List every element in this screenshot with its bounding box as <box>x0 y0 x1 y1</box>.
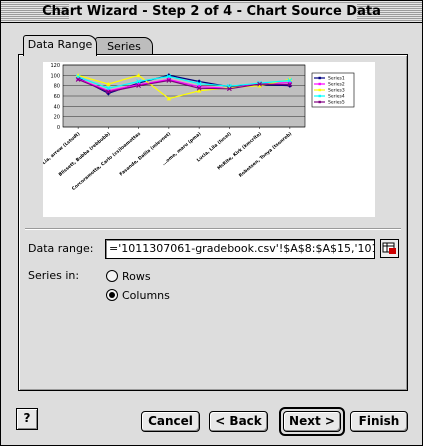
legend-label: Series3 <box>328 88 345 94</box>
chart-preview: 0 20 40 60 80 100 120 an, Lia, arrow (Lstudt)Bl… <box>43 62 375 217</box>
chart-wizard-dialog: Chart Wizard - Step 2 of 4 - Chart Sourc… <box>0 0 423 446</box>
y-tick-label: 60 <box>54 94 60 100</box>
legend-marker <box>318 100 321 104</box>
back-button[interactable]: < Back <box>209 411 268 432</box>
y-tick-label: 40 <box>54 104 60 110</box>
y-tick-label: 20 <box>54 115 60 121</box>
series-in-label: Series in: <box>28 269 80 282</box>
y-tick-label: 120 <box>50 63 60 69</box>
rows-label[interactable]: Rows <box>122 270 151 284</box>
columns-label[interactable]: Columns <box>122 289 170 303</box>
data-range-panel: 0 20 40 60 80 100 120 an, Lia, arrow (Lstudt)Bl… <box>18 54 408 391</box>
finish-button[interactable]: Finish <box>350 411 408 432</box>
tab-data-range[interactable]: Data Range <box>23 35 97 56</box>
title-bar[interactable]: Chart Wizard - Step 2 of 4 - Chart Sourc… <box>1 1 422 23</box>
window-title: Chart Wizard - Step 2 of 4 - Chart Sourc… <box>42 4 381 19</box>
x-tick-label: Robotsen, Tonya (tsonreb) <box>238 131 293 179</box>
x-tick-label: an, Lia, arrow (Lstudt) <box>43 131 81 172</box>
y-tick-label: 80 <box>54 84 60 90</box>
legend-marker <box>318 76 321 80</box>
y-tick-label: 100 <box>50 73 60 79</box>
collapse-dialog-button[interactable] <box>380 239 399 258</box>
legend-marker <box>318 82 321 86</box>
y-tick-label: 0 <box>57 125 60 131</box>
next-button[interactable]: Next > <box>283 411 341 432</box>
tab-series[interactable]: Series <box>95 37 153 55</box>
divider <box>25 228 401 230</box>
x-tick-label: Fasande, Dalila (mlevnet) <box>118 131 172 177</box>
collapse-dialog-icon <box>382 242 396 254</box>
legend-marker <box>318 94 321 98</box>
columns-radio[interactable] <box>106 289 118 301</box>
legend-marker <box>318 88 321 92</box>
legend-label: Series1 <box>328 76 345 82</box>
data-range-input[interactable]: ='1011307061-gradebook.csv'!$A$8:$A$15,'… <box>105 239 375 259</box>
data-range-label: Data range: <box>28 242 94 255</box>
rows-radio[interactable] <box>106 270 118 282</box>
cancel-button[interactable]: Cancel <box>141 411 200 432</box>
legend-label: Series5 <box>328 100 345 106</box>
x-tick-label: Corcoramotta, Carlo (cs)loamottas <box>71 131 142 192</box>
legend-label: Series4 <box>328 94 345 100</box>
help-button[interactable]: ? <box>16 408 38 430</box>
radio-selected-dot <box>109 292 115 298</box>
x-tick-label: Blissett, Bubba (rebbubb) <box>58 131 112 178</box>
line-chart: 0 20 40 60 80 100 120 an, Lia, arrow (Lstudt)Bl… <box>43 63 355 192</box>
legend-label: Series2 <box>328 82 345 88</box>
